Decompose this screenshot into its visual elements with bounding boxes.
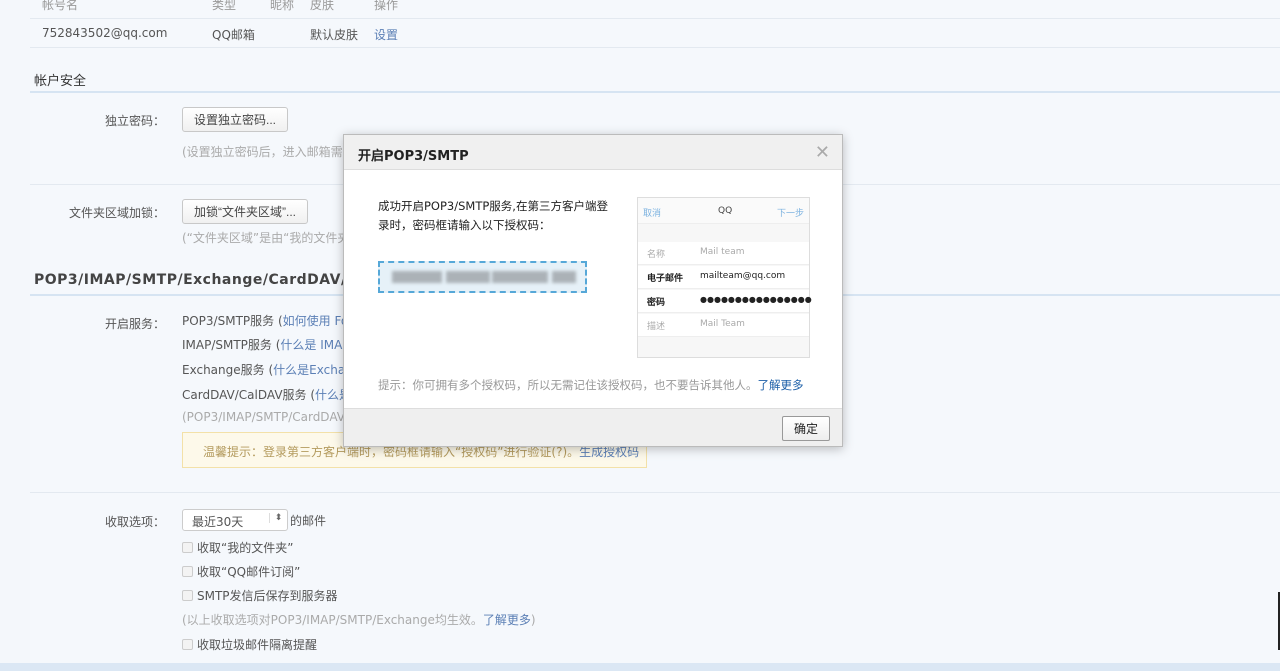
select-arrows-icon: ⬍ bbox=[269, 513, 287, 523]
service-help-link[interactable]: 什么是 IMA bbox=[280, 338, 342, 352]
account-skin: 默认皮肤 bbox=[310, 28, 359, 42]
phone-config-illustration: 取消 QQ 下一步 名称 Mail team 电子邮件 mailteam@qq.co… bbox=[637, 197, 812, 358]
account-type: QQ邮箱 bbox=[212, 28, 255, 42]
folder-lock-button[interactable]: 加锁“文件夹区域”... bbox=[182, 199, 308, 224]
header-type: 类型 bbox=[212, 0, 237, 12]
generate-auth-code-link[interactable]: 生成授权码 bbox=[579, 445, 639, 459]
account-settings-link[interactable]: 设置 bbox=[374, 26, 398, 43]
header-account: 帐号名 bbox=[42, 0, 79, 12]
service-help-link[interactable]: 什么是Exchan bbox=[273, 363, 353, 377]
option-qq-subscription[interactable]: 收取“QQ邮件订阅” bbox=[182, 563, 300, 580]
receive-period-suffix: 的邮件 bbox=[290, 514, 327, 528]
pop3-smtp-dialog: 开启POP3/SMTP ✕ 成功开启POP3/SMTP服务,在第三方客户端登录时… bbox=[343, 134, 843, 447]
option-my-folders[interactable]: 收取“我的文件夹” bbox=[182, 539, 293, 556]
confirm-button[interactable]: 确定 bbox=[781, 416, 830, 441]
header-skin: 皮肤 bbox=[310, 0, 335, 12]
independent-password-label: 独立密码： bbox=[104, 114, 165, 128]
learn-more-link[interactable]: 了解更多 bbox=[483, 613, 531, 627]
independent-password-hint: (设置独立密码后，进入邮箱需要 bbox=[182, 145, 355, 159]
auth-code-box[interactable] bbox=[378, 261, 587, 293]
dialog-title: 开启POP3/SMTP bbox=[344, 135, 842, 170]
service-help-link[interactable]: 如何使用 Fo bbox=[283, 314, 349, 328]
set-independent-password-button[interactable]: 设置独立密码... bbox=[182, 107, 289, 132]
bottom-action-bar bbox=[0, 663, 1280, 671]
service-carddav: CardDAV/CalDAV服务 (什么是 bbox=[182, 388, 352, 402]
checkbox[interactable] bbox=[182, 590, 193, 601]
security-section-title: 帐户安全 bbox=[34, 74, 87, 89]
folder-lock-hint: (“文件夹区域”是由“我的文件夹 bbox=[182, 231, 350, 245]
checkbox[interactable] bbox=[182, 542, 193, 553]
option-spam-reminder[interactable]: 收取垃圾邮件隔离提醒 bbox=[182, 636, 317, 653]
header-action: 操作 bbox=[374, 0, 399, 12]
dialog-footer: 确定 bbox=[344, 408, 842, 446]
checkbox[interactable] bbox=[182, 566, 193, 577]
account-email: 752843502@qq.com bbox=[42, 26, 168, 40]
receive-note: (以上收取选项对POP3/IMAP/SMTP/Exchange均生效。了解更多) bbox=[182, 613, 536, 627]
header-nickname: 昵称 bbox=[270, 0, 295, 12]
folder-lock-label: 文件夹区域加锁： bbox=[68, 206, 165, 220]
services-label: 开启服务： bbox=[104, 317, 165, 331]
service-imap: IMAP/SMTP服务 (什么是 IMA bbox=[182, 338, 343, 352]
dialog-tip: 提示：你可拥有多个授权码，所以无需记住该授权码，也不要告诉其他人。了解更多 bbox=[378, 378, 804, 392]
learn-more-link[interactable]: 了解更多 bbox=[758, 378, 804, 392]
close-icon[interactable]: ✕ bbox=[815, 142, 830, 163]
services-section-title: POP3/IMAP/SMTP/Exchange/CardDAV/ bbox=[34, 272, 347, 288]
services-note: (POP3/IMAP/SMTP/CardDAV bbox=[182, 410, 345, 424]
service-exchange: Exchange服务 (什么是Exchan bbox=[182, 363, 353, 377]
receive-options-label: 收取选项： bbox=[104, 515, 165, 529]
receive-period-select[interactable]: 最近30天 ⬍ bbox=[182, 509, 288, 531]
dialog-message: 成功开启POP3/SMTP服务,在第三方客户端登录时，密码框请输入以下授权码： bbox=[378, 199, 608, 232]
checkbox[interactable] bbox=[182, 639, 193, 650]
option-smtp-save[interactable]: SMTP发信后保存到服务器 bbox=[182, 587, 338, 604]
service-pop3: POP3/SMTP服务 (如何使用 Fo bbox=[182, 314, 349, 328]
